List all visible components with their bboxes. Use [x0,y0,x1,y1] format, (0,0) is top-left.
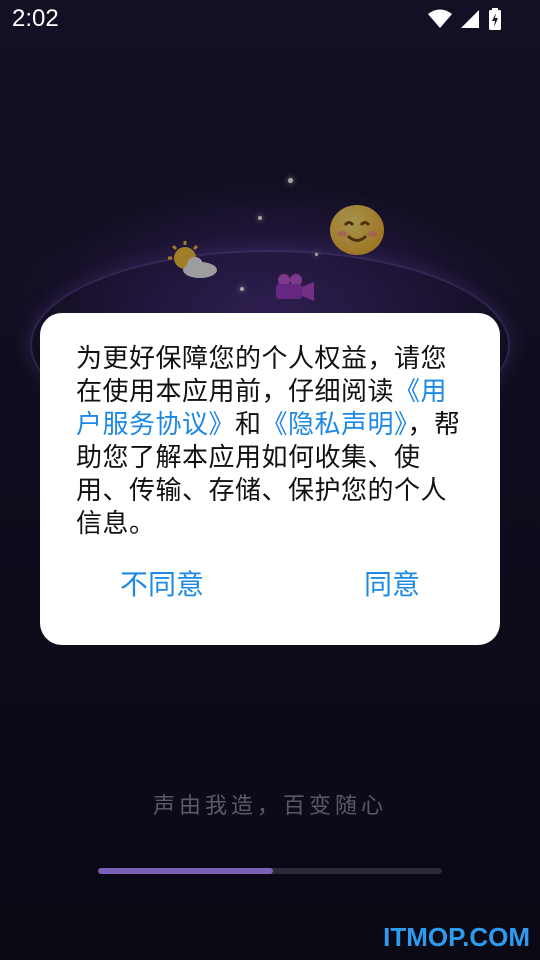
disagree-button[interactable]: 不同意 [104,563,220,603]
agree-button[interactable]: 同意 [348,563,436,603]
signal-icon [461,10,479,28]
wifi-icon [428,9,452,28]
dialog-actions: 不同意 同意 [40,563,500,603]
privacy-message: 为更好保障您的个人权益，请您在使用本应用前，仔细阅读《用户服务协议》和《隐私声明… [76,343,464,541]
message-text: 和 [235,410,262,440]
loading-progress-bar [98,868,442,874]
privacy-statement-link[interactable]: 《隐私声明》 [262,410,408,440]
privacy-consent-dialog: 为更好保障您的个人权益，请您在使用本应用前，仔细阅读《用户服务协议》和《隐私声明… [40,313,500,645]
watermark: ITMOP.COM [383,922,530,952]
app-slogan: 声由我造，百变随心 [152,794,387,819]
loading-progress-fill [98,868,274,874]
battery-charging-icon [489,8,501,30]
status-bar: 2:02 [0,0,540,38]
status-time: 2:02 [12,5,59,32]
status-icons [428,8,502,30]
message-text: 为更好保障您的个人权益，请您在使用本应用前，仔细阅读 [76,344,448,407]
